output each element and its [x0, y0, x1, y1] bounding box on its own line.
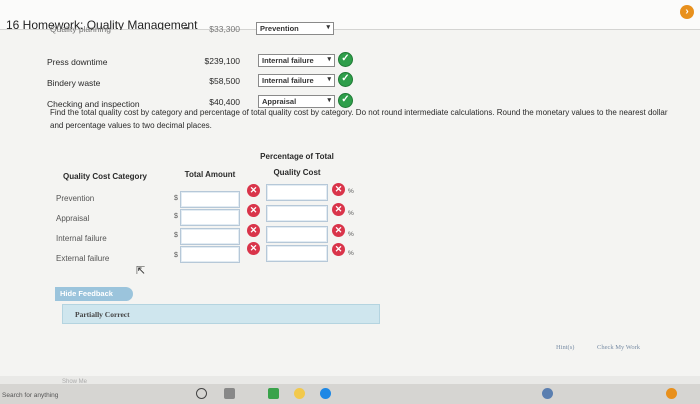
notification-icon[interactable]: [666, 388, 677, 399]
pct-sign: %: [348, 210, 354, 217]
check-my-work-link[interactable]: Check My Work: [597, 344, 640, 351]
pct-sign: %: [348, 188, 354, 195]
x-circle-icon: ✕: [247, 204, 260, 217]
mouse-cursor-icon: ⇱: [136, 265, 146, 277]
category-label: Internal failure: [56, 234, 107, 243]
currency-sign: $: [174, 195, 178, 202]
next-arrow-icon[interactable]: ›: [680, 5, 694, 19]
pct-sign: %: [348, 231, 354, 238]
homework-sheet: Quality planning $33,300 Prevention ▾ Pre…: [0, 22, 700, 376]
row-amount: $58,500: [209, 76, 240, 86]
amount-input-external-failure[interactable]: [180, 246, 240, 263]
help-icon[interactable]: [542, 388, 553, 399]
category-select[interactable]: Internal failure ▾: [258, 54, 335, 67]
row-label: Press downtime: [47, 57, 108, 67]
chevron-down-icon: ▾: [327, 56, 331, 63]
os-taskbar: Search for anything: [0, 384, 700, 404]
check-circle-icon: ✓: [338, 52, 353, 67]
category-select[interactable]: Internal failure ▾: [258, 74, 335, 87]
chevron-down-icon: ▾: [327, 76, 331, 83]
feedback-status: Partially Correct: [75, 310, 130, 319]
pct-header-line1: Percentage of Total: [260, 152, 334, 161]
x-circle-icon: ✕: [247, 224, 260, 237]
amount-input-internal-failure[interactable]: [180, 228, 240, 245]
row-amount-partial: $33,300: [209, 24, 240, 34]
category-label: Appraisal: [56, 214, 90, 223]
category-select-partial[interactable]: Prevention ▾: [256, 22, 334, 35]
x-circle-icon: ✕: [332, 203, 345, 216]
x-circle-icon: ✕: [247, 184, 260, 197]
row-label-partial: Quality planning: [50, 24, 111, 34]
category-label: External failure: [56, 254, 110, 263]
pct-input-external-failure[interactable]: [266, 245, 328, 262]
feedback-panel: Partially Correct: [62, 304, 380, 324]
hide-feedback-toggle[interactable]: Hide Feedback: [55, 287, 133, 301]
x-circle-icon: ✕: [332, 243, 345, 256]
browser-icon[interactable]: [294, 388, 305, 399]
pct-sign: %: [348, 250, 354, 257]
row-label: Bindery waste: [47, 78, 101, 88]
app-icon[interactable]: [268, 388, 279, 399]
currency-sign: $: [174, 252, 178, 259]
edge-icon[interactable]: [320, 388, 331, 399]
check-circle-icon: ✓: [338, 72, 353, 87]
pct-input-appraisal[interactable]: [266, 205, 328, 222]
chevron-down-icon: ▾: [326, 24, 330, 31]
currency-sign: $: [174, 213, 178, 220]
x-circle-icon: ✕: [332, 224, 345, 237]
chevron-down-icon: ▾: [327, 97, 331, 104]
x-circle-icon: ✕: [247, 242, 260, 255]
instructions-text: Find the total quality cost by category …: [50, 108, 668, 130]
amount-input-appraisal[interactable]: [180, 209, 240, 226]
pct-input-prevention[interactable]: [266, 184, 328, 201]
task-view-icon[interactable]: [224, 388, 235, 399]
hint-link[interactable]: Hint(s): [556, 344, 574, 351]
pct-input-internal-failure[interactable]: [266, 226, 328, 243]
x-circle-icon: ✕: [332, 183, 345, 196]
amount-header: Total Amount: [184, 170, 236, 179]
taskbar-search[interactable]: Search for anything: [0, 392, 120, 404]
amount-input-prevention[interactable]: [180, 191, 240, 208]
row-amount: $239,100: [204, 56, 240, 66]
cortana-icon[interactable]: [196, 388, 207, 399]
category-header: Quality Cost Category: [62, 172, 147, 181]
category-label: Prevention: [56, 194, 95, 203]
currency-sign: $: [174, 232, 178, 239]
